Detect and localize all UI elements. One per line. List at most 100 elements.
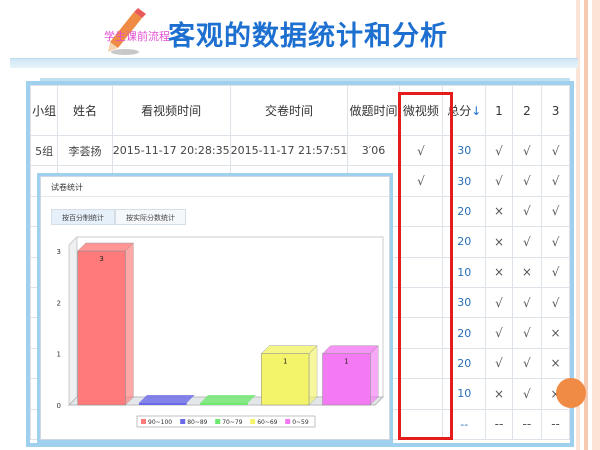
- tab-percentage-stats[interactable]: 按百分制统计: [51, 209, 115, 225]
- decorative-circle: [556, 378, 586, 408]
- column-header: 1: [485, 85, 513, 136]
- bar-top: [260, 345, 318, 354]
- table-cell: ×: [485, 226, 513, 258]
- table-cell: [398, 195, 444, 228]
- bar-side: [125, 242, 134, 406]
- score-cell[interactable]: 10: [442, 378, 487, 410]
- data-label: 1: [283, 358, 287, 366]
- score-cell[interactable]: 20: [442, 317, 487, 349]
- table-cell: √: [511, 134, 543, 167]
- table-cell: ×: [485, 378, 513, 410]
- score-cell[interactable]: 20: [442, 226, 487, 258]
- table-cell: ×: [541, 347, 570, 380]
- score-cell[interactable]: 20: [442, 347, 487, 380]
- table-cell: ×: [485, 256, 513, 288]
- table-cell: ×: [485, 195, 513, 228]
- table-cell: ×: [541, 317, 570, 349]
- column-header: 做题时间: [347, 85, 400, 136]
- table-cell: --: [511, 408, 543, 440]
- table-cell: --: [541, 408, 570, 440]
- stat-tabs: 按百分制统计 按实际分数统计: [51, 209, 186, 225]
- column-header: 看视频时间: [111, 85, 231, 136]
- bar: [138, 403, 187, 405]
- column-header: 2: [511, 85, 543, 136]
- score-cell[interactable]: 10: [442, 256, 487, 288]
- column-header: 微视频: [398, 85, 444, 136]
- table-cell: √: [485, 347, 513, 380]
- legend-swatch: [141, 419, 146, 424]
- legend-label: 0~59: [292, 419, 309, 426]
- bar-top: [321, 345, 379, 354]
- bar-side: [308, 345, 318, 406]
- column-header[interactable]: 总分↓: [442, 85, 487, 136]
- table-cell: √: [541, 286, 570, 319]
- table-cell: [398, 378, 444, 410]
- table-cell: [398, 286, 444, 319]
- legend-label: 80~89: [187, 419, 207, 426]
- title-underline: [10, 58, 578, 68]
- table-cell: 3′06: [347, 134, 400, 167]
- table-cell: [398, 408, 444, 440]
- score-cell[interactable]: 30: [442, 134, 487, 167]
- legend-swatch: [180, 419, 186, 424]
- column-header: 姓名: [57, 85, 113, 136]
- slide-subtitle: 学生课前流程: [104, 30, 170, 43]
- legend-label: 70~79: [222, 419, 242, 426]
- table-cell: √: [485, 134, 513, 167]
- bar: [77, 250, 126, 406]
- data-label: 1: [344, 358, 348, 366]
- table-cell: √: [485, 286, 513, 319]
- legend-label: 60~69: [257, 419, 277, 426]
- bar-top: [77, 242, 135, 252]
- table-cell: 2015-11-17 20:28:35: [111, 134, 231, 167]
- legend-swatch: [285, 419, 291, 424]
- table-cell: √: [398, 165, 444, 197]
- legend-swatch: [250, 419, 256, 424]
- table-cell: √: [511, 195, 543, 228]
- table-row: 5组 李荟扬 2015-11-17 20:28:35 2015-11-17 21:57…: [30, 134, 570, 167]
- score-cell[interactable]: 30: [442, 286, 487, 319]
- table-cell: [398, 317, 444, 349]
- y-tick-label: 2: [57, 299, 61, 307]
- table-cell: √: [511, 226, 543, 258]
- table-cell: √: [485, 317, 513, 349]
- table-cell: [398, 256, 444, 288]
- table-cell: √: [398, 134, 444, 167]
- score-cell[interactable]: 20: [442, 195, 487, 228]
- y-tick-label: 1: [57, 351, 61, 359]
- tab-actual-score-stats[interactable]: 按实际分数统计: [115, 209, 186, 225]
- legend-swatch: [215, 419, 221, 424]
- table-cell: [398, 347, 444, 380]
- table-cell: √: [511, 378, 543, 410]
- score-cell[interactable]: 30: [442, 165, 487, 197]
- slide-title: 客观的数据统计和分析: [168, 21, 448, 52]
- sort-desc-icon[interactable]: ↓: [471, 104, 481, 118]
- chart-side-wall: [68, 235, 78, 407]
- table-cell: √: [541, 165, 570, 197]
- table-cell: 5组: [30, 134, 59, 167]
- y-tick-label: 0: [57, 402, 61, 410]
- panel-title: 试卷统计: [41, 177, 389, 197]
- y-tick-label: 3: [57, 248, 61, 256]
- table-cell: √: [541, 195, 570, 228]
- table-cell: --: [485, 408, 513, 440]
- legend-label: 90~100: [148, 419, 172, 426]
- table-cell: √: [511, 347, 543, 380]
- table-cell: 李荟扬: [57, 134, 113, 167]
- bar: [200, 403, 248, 405]
- table-frame-shadow: [40, 78, 570, 84]
- table-cell: [398, 226, 444, 258]
- table-cell: √: [541, 226, 570, 258]
- table-cell: √: [541, 256, 570, 288]
- score-distribution-chart: 0 1 2 3 3 1 1 90~100 80~89 70~79 60~69 0~59: [57, 235, 385, 428]
- table-cell: 2015-11-17 21:57:51: [229, 134, 349, 167]
- column-header: 3: [541, 85, 570, 136]
- slide: 学生课前流程 客观的数据统计和分析 小组 姓名 看视频时间 交卷时间 做题时间 微视频 总分…: [0, 0, 600, 450]
- bar-side: [370, 345, 379, 406]
- table-cell: √: [511, 286, 543, 319]
- exam-statistics-panel: 试卷统计 按百分制统计 按实际分数统计 0 1 2 3 3 1 1 90~100 80~89 70…: [40, 176, 390, 440]
- table-cell: √: [511, 165, 543, 197]
- table-cell: ×: [511, 256, 543, 288]
- score-cell[interactable]: --: [442, 408, 487, 440]
- column-header: 交卷时间: [229, 85, 349, 136]
